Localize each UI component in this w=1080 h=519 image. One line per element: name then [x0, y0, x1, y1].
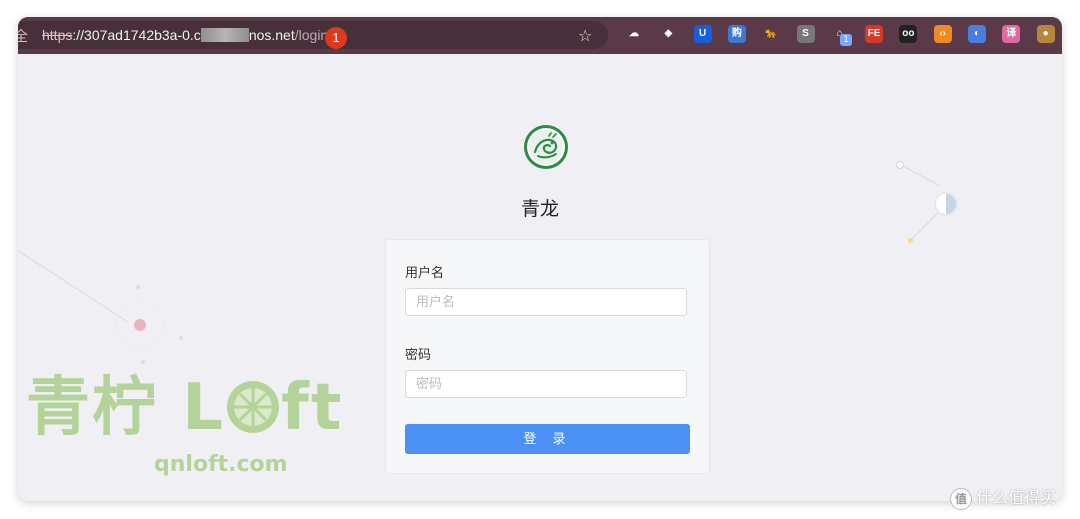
shopping-icon[interactable]: 购	[727, 25, 746, 43]
watermark-text-start: 青柠 L	[26, 371, 226, 445]
decor-dot	[136, 285, 140, 289]
url-path: /login	[294, 27, 329, 43]
code-ext-icon[interactable]: ‹›	[933, 25, 952, 43]
url-separator: ://	[72, 27, 85, 43]
s-ext-icon[interactable]: S	[796, 25, 815, 43]
browser-toolbar: 全 https://307ad1742b3a-0.c nos.net/login …	[18, 17, 1062, 54]
translate-ext-icon[interactable]: 译	[1002, 25, 1021, 43]
smzdm-text: 什么值得买	[976, 488, 1057, 507]
glasses-ext-icon[interactable]: oo	[899, 25, 918, 43]
url-redaction	[200, 28, 249, 42]
cloud-icon[interactable]: ☁	[625, 25, 643, 43]
decor-dot-red	[134, 319, 146, 331]
lime-slice-icon	[227, 381, 280, 433]
login-form: 用户名 密码 登 录	[385, 239, 710, 474]
decor-dot	[896, 161, 904, 169]
address-bar[interactable]: 全 https://307ad1742b3a-0.c nos.net/login …	[18, 21, 608, 49]
password-label: 密码	[405, 348, 432, 363]
smzdm-watermark: 值什么值得买	[950, 484, 1056, 510]
username-input[interactable]	[405, 288, 687, 316]
watermark-text-end: ft	[281, 371, 344, 445]
watermark-text: 青柠 Lft	[26, 376, 344, 440]
bitwarden-icon[interactable]: U	[693, 25, 712, 43]
cat-ext-icon[interactable]: 🐆	[762, 25, 781, 43]
url-text[interactable]: https://307ad1742b3a-0.c nos.net/login	[42, 27, 328, 43]
decor-line	[18, 250, 128, 322]
step-badge: 1	[325, 27, 347, 49]
login-button[interactable]: 登 录	[405, 424, 690, 454]
smzdm-logo-icon: 值	[950, 487, 972, 510]
qinglong-logo	[524, 125, 568, 169]
username-label: 用户名	[405, 266, 445, 281]
url-host-start: 307ad1742b3a-0.c	[84, 27, 201, 43]
chrome-ext-icon[interactable]: ◐	[968, 25, 986, 43]
extension-count-badge: 1	[840, 34, 852, 46]
qnloft-watermark: 青柠 Lft qnloft.com	[26, 376, 344, 477]
site-info-glyph[interactable]: 全	[18, 26, 28, 46]
fe-ext-icon[interactable]: FE	[865, 25, 884, 43]
shield-ext-icon[interactable]: ◈	[659, 25, 678, 43]
watermark-url: qnloft.com	[154, 452, 288, 477]
cookie-ext-icon[interactable]: ●	[1036, 25, 1055, 43]
url-scheme: https	[42, 27, 73, 43]
url-host-end: nos.net	[248, 27, 295, 43]
star-icon[interactable]: ☆	[578, 26, 592, 45]
decor-dot	[141, 360, 145, 364]
password-input[interactable]	[405, 370, 687, 398]
decor-dot	[179, 336, 183, 340]
decor-dot-yellow	[908, 238, 913, 243]
decor-line	[899, 164, 940, 187]
app-title: 青龙	[520, 198, 559, 220]
